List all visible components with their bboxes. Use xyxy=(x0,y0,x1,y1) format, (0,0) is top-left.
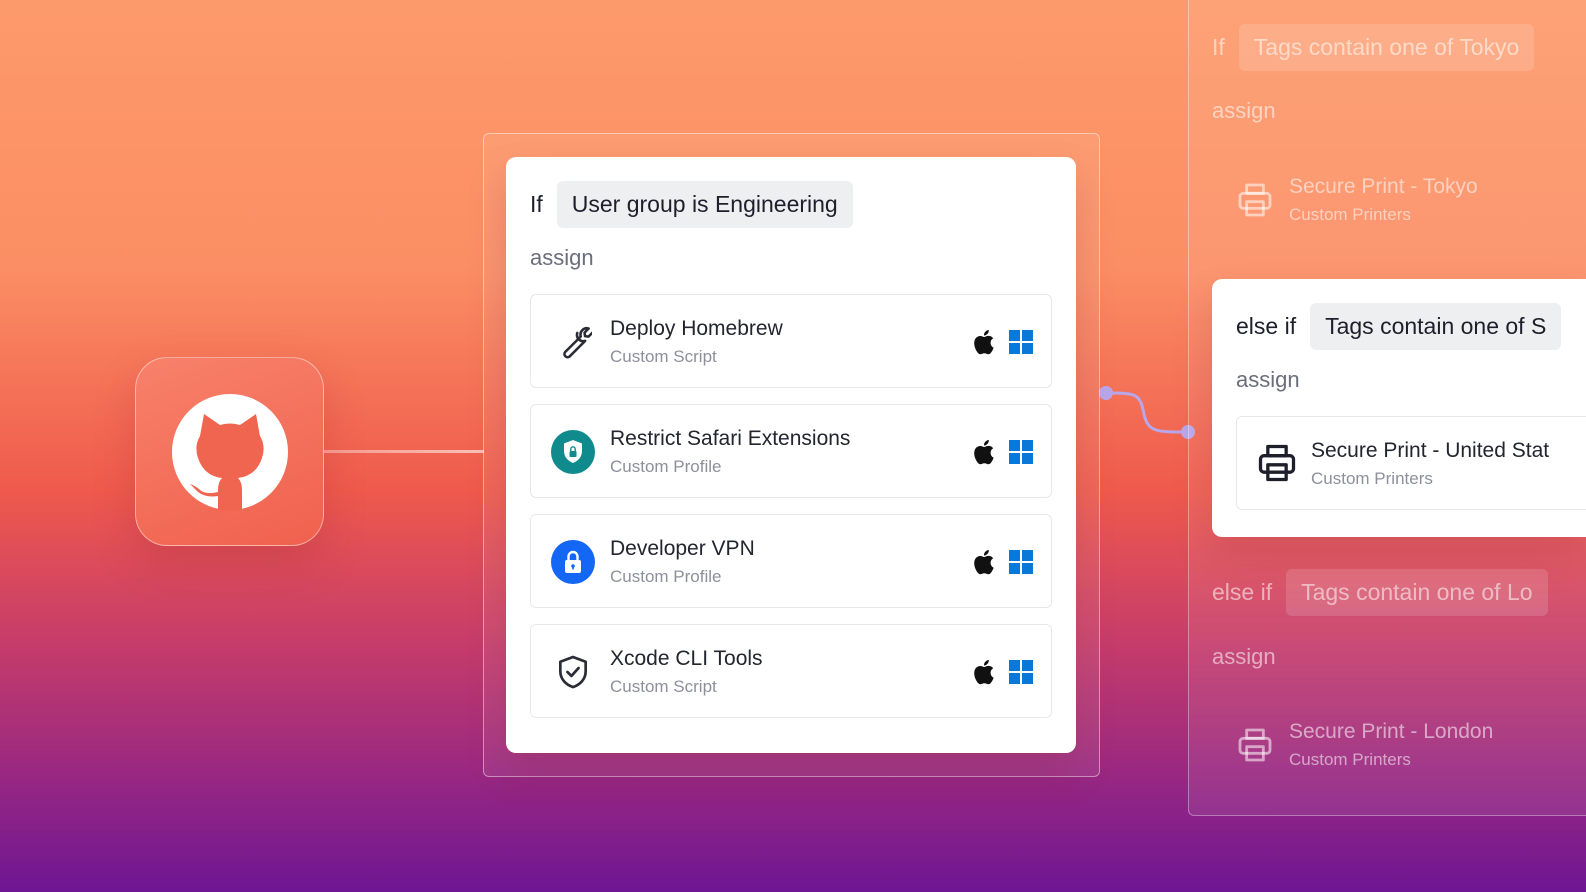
item-title: Developer VPN xyxy=(610,537,755,560)
if-keyword: If xyxy=(530,191,543,217)
item-subtitle: Custom Printers xyxy=(1289,750,1411,769)
item-title: Xcode CLI Tools xyxy=(610,647,763,670)
item-subtitle: Custom Script xyxy=(610,347,717,366)
apple-icon xyxy=(974,550,994,575)
apple-icon xyxy=(974,330,994,355)
else-if-condition-row: else if Tags contain one of S xyxy=(1236,303,1562,350)
item-title: Deploy Homebrew xyxy=(610,317,783,340)
else-if-keyword: else if xyxy=(1236,313,1297,339)
london-condition-pill[interactable]: Tags contain one of Lo xyxy=(1286,569,1548,616)
assign-label: assign xyxy=(1212,98,1276,123)
platform-icons xyxy=(973,659,1033,685)
assignment-item-secure-print-tokyo[interactable]: Secure Print - Tokyo Custom Printers xyxy=(1235,175,1478,225)
windows-icon xyxy=(1009,550,1033,574)
assign-label: assign xyxy=(1212,644,1276,669)
tokyo-if-row: If Tags contain one of Tokyo xyxy=(1212,24,1535,71)
apple-icon xyxy=(974,440,994,465)
wrench-icon xyxy=(551,320,595,364)
else-if-keyword: else if xyxy=(1212,579,1273,605)
windows-icon xyxy=(1009,440,1033,464)
assignment-item-restrict-safari[interactable]: Restrict Safari Extensions Custom Profil… xyxy=(530,404,1052,498)
item-subtitle: Custom Printers xyxy=(1311,469,1433,488)
engineering-rule-card: If User group is Engineering assign Depl… xyxy=(506,157,1076,753)
assignment-item-deploy-homebrew[interactable]: Deploy Homebrew Custom Script xyxy=(530,294,1052,388)
item-title: Secure Print - Tokyo xyxy=(1289,175,1478,198)
item-title: Restrict Safari Extensions xyxy=(610,427,851,450)
rule-connector xyxy=(1099,386,1195,439)
printer-icon xyxy=(1255,441,1299,490)
github-icon xyxy=(171,393,288,510)
item-subtitle: Custom Script xyxy=(610,677,717,696)
tokyo-condition-pill[interactable]: Tags contain one of Tokyo xyxy=(1238,24,1535,71)
printer-icon xyxy=(1238,183,1272,217)
safari-shield-icon xyxy=(551,430,595,474)
assign-label: assign xyxy=(530,245,594,270)
item-subtitle: Custom Profile xyxy=(610,567,722,586)
united-states-rule-card: else if Tags contain one of S assign Sec… xyxy=(1212,279,1586,537)
assign-label: assign xyxy=(1236,367,1300,392)
london-else-if-row: else if Tags contain one of Lo xyxy=(1212,569,1548,616)
github-connector-line xyxy=(324,450,484,453)
windows-icon xyxy=(1009,330,1033,354)
printer-icon xyxy=(1238,728,1272,762)
condition-pill[interactable]: User group is Engineering xyxy=(556,181,853,228)
apple-icon xyxy=(974,660,994,685)
platform-icons xyxy=(973,549,1033,575)
assignment-item-xcode-cli[interactable]: Xcode CLI Tools Custom Script xyxy=(530,624,1052,718)
platform-icons xyxy=(973,439,1033,465)
item-subtitle: Custom Printers xyxy=(1289,205,1411,224)
assignment-item-secure-print-london[interactable]: Secure Print - London Custom Printers xyxy=(1235,720,1493,770)
item-subtitle: Custom Profile xyxy=(610,457,722,476)
github-app-tile[interactable] xyxy=(135,357,324,546)
condition-pill[interactable]: Tags contain one of S xyxy=(1310,303,1562,350)
windows-icon xyxy=(1009,660,1033,684)
shield-check-icon xyxy=(551,650,595,694)
item-title: Secure Print - London xyxy=(1289,720,1494,743)
item-title: Secure Print - United Stat xyxy=(1311,439,1550,462)
if-keyword: If xyxy=(1212,34,1225,60)
if-condition-row: If User group is Engineering xyxy=(530,181,853,228)
lock-icon xyxy=(551,540,595,584)
platform-icons xyxy=(973,329,1033,355)
assignment-item-secure-print-us[interactable]: Secure Print - United Stat Custom Printe… xyxy=(1236,416,1586,510)
assignment-item-developer-vpn[interactable]: Developer VPN Custom Profile xyxy=(530,514,1052,608)
